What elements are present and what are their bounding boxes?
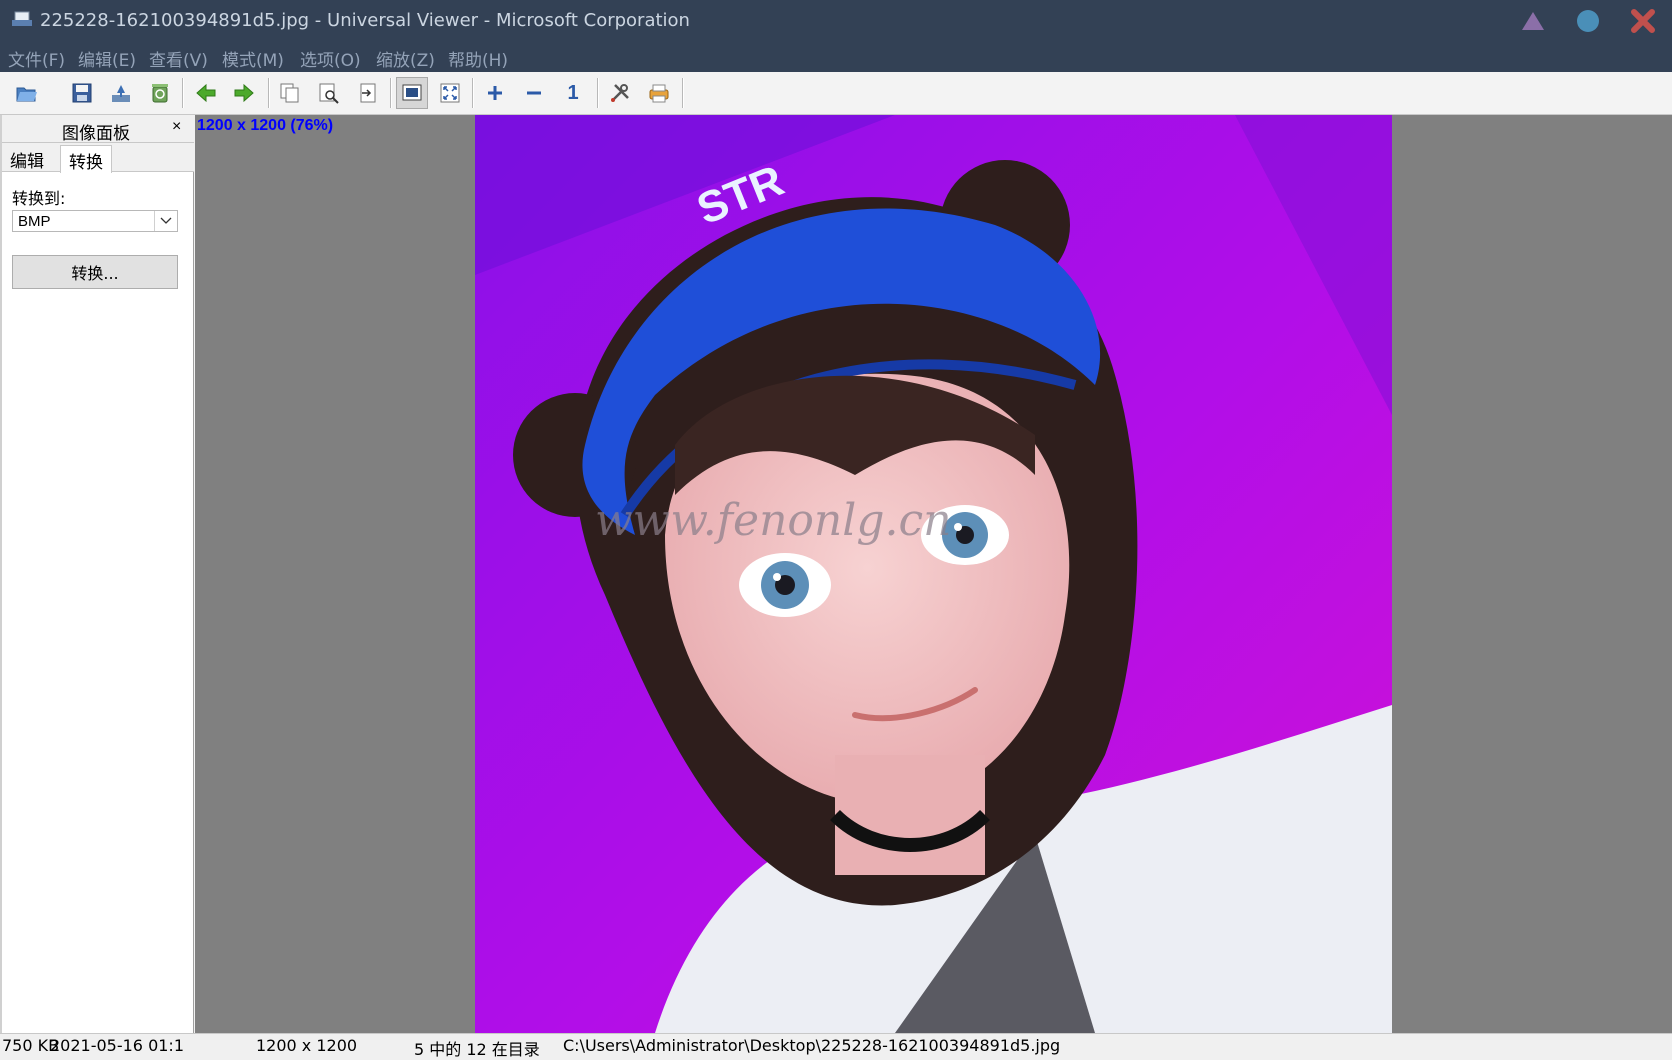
- print-button[interactable]: [643, 77, 675, 109]
- displayed-image: STR www.fenonlg.cn: [475, 115, 1392, 1033]
- format-select[interactable]: BMP: [12, 210, 178, 232]
- copy-button[interactable]: [274, 77, 306, 109]
- save-icon: [72, 83, 92, 103]
- menu-file[interactable]: 文件(F): [8, 46, 65, 71]
- toolbar-separator: [597, 78, 599, 108]
- close-button[interactable]: [1630, 8, 1656, 34]
- next-arrow-icon: [234, 83, 254, 103]
- recycle-button[interactable]: [144, 77, 176, 109]
- tab-edit[interactable]: 编辑: [2, 145, 52, 172]
- image-viewer[interactable]: 1200 x 1200 (76%) STR www.fenonlg.cn: [195, 115, 1672, 1033]
- tab-convert[interactable]: 转换: [60, 145, 112, 173]
- toolbar-separator: [268, 78, 270, 108]
- status-dimensions: 1200 x 1200: [256, 1036, 358, 1055]
- toolbar-separator: [182, 78, 184, 108]
- image-panel: 图像面板 × 编辑 转换 转换到: BMP 转换...: [0, 115, 194, 1033]
- zoom-out-button[interactable]: [518, 77, 550, 109]
- toolbar-separator: [390, 78, 392, 108]
- save-button[interactable]: [66, 77, 98, 109]
- zoom-in-icon: [488, 86, 502, 100]
- convert-to-label: 转换到:: [12, 189, 66, 208]
- open-button[interactable]: [4, 77, 50, 109]
- copy-icon: [280, 83, 299, 103]
- menu-view[interactable]: 查看(V): [149, 46, 208, 71]
- actual-size-icon: 1: [567, 81, 579, 104]
- recycle-icon: [152, 84, 168, 103]
- fit-window-button[interactable]: [396, 77, 428, 109]
- menu-zoom[interactable]: 缩放(Z): [376, 46, 435, 71]
- export-button[interactable]: [105, 77, 137, 109]
- status-bar: 750 KB 2021-05-16 01:1 1200 x 1200 5 中的 …: [0, 1033, 1672, 1059]
- tools-button[interactable]: [604, 77, 636, 109]
- fullscreen-icon: [440, 83, 460, 103]
- toolbar-separator: [682, 78, 684, 108]
- zoom-out-icon: [527, 91, 541, 95]
- panel-close-button[interactable]: ×: [172, 118, 181, 136]
- minimize-button[interactable]: [1520, 8, 1546, 34]
- panel-header: 图像面板 ×: [2, 115, 194, 144]
- goto-icon: [360, 83, 376, 103]
- open-icon: [16, 87, 37, 102]
- menu-edit[interactable]: 编辑(E): [78, 46, 136, 71]
- toolbar: 1: [0, 72, 1672, 115]
- find-button[interactable]: [313, 77, 345, 109]
- status-position: 5 中的 12 在目录: [414, 1040, 540, 1059]
- convert-button[interactable]: 转换...: [12, 255, 178, 289]
- status-path: C:\Users\Administrator\Desktop\225228-16…: [563, 1036, 1061, 1055]
- status-date: 2021-05-16 01:1: [50, 1036, 184, 1055]
- actual-size-button[interactable]: 1: [557, 77, 589, 109]
- prev-arrow-icon: [196, 83, 216, 103]
- menu-bar: 文件(F) 编辑(E) 查看(V) 模式(M) 选项(O) 缩放(Z) 帮助(H…: [0, 42, 1672, 72]
- toolbar-separator: [472, 78, 474, 108]
- panel-title: 图像面板: [62, 124, 130, 144]
- fullscreen-button[interactable]: [434, 77, 466, 109]
- tools-icon: [611, 84, 629, 102]
- print-icon: [649, 84, 669, 103]
- format-select-value: BMP: [18, 213, 51, 230]
- menu-help[interactable]: 帮助(H): [448, 46, 508, 71]
- fit-window-icon: [402, 84, 422, 101]
- panel-tabs: 编辑 转换: [2, 143, 194, 173]
- export-icon: [112, 85, 130, 102]
- watermark-text: www.fenonlg.cn: [595, 495, 951, 546]
- menu-mode[interactable]: 模式(M): [222, 46, 284, 71]
- window-title: 225228-162100394891d5.jpg - Universal Vi…: [40, 10, 690, 31]
- maximize-button[interactable]: [1575, 8, 1601, 34]
- zoom-in-button[interactable]: [479, 77, 511, 109]
- prev-button[interactable]: [190, 77, 222, 109]
- next-button[interactable]: [228, 77, 260, 109]
- chevron-down-icon: [154, 211, 177, 231]
- title-bar: 225228-162100394891d5.jpg - Universal Vi…: [0, 0, 1672, 42]
- find-icon: [319, 83, 339, 104]
- app-icon: [12, 11, 32, 26]
- menu-options[interactable]: 选项(O): [300, 46, 361, 71]
- image-info: 1200 x 1200 (76%): [197, 117, 334, 134]
- goto-button[interactable]: [352, 77, 384, 109]
